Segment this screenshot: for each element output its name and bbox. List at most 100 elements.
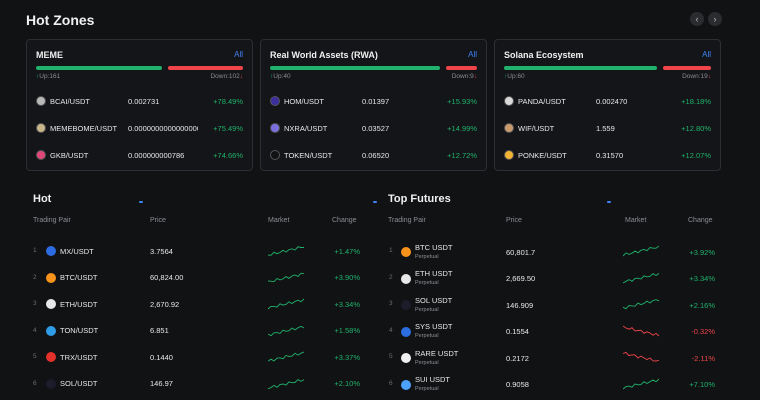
up-down-bar [36,66,243,70]
row-rank: 5 [33,353,37,360]
market-sparkline-up [623,378,659,389]
down-bar [168,66,243,70]
pagination-dot[interactable] [373,201,377,203]
zone-row[interactable]: WIF/USDT 1.559 +12.80% [504,121,711,135]
pair-name: TOKEN/USDT [284,150,333,160]
row-rank: 2 [33,273,37,281]
down-arrow-icon: ↓ [239,73,243,80]
up-bar [270,66,440,70]
ton-coin-icon [46,325,56,336]
zone-row[interactable]: MEMEBOME/USDT 0.000000000000000000 +75.49% [36,121,243,135]
pair-change: +18.18% [681,96,711,106]
pair-block: ETH USDT Perpetual [415,270,506,287]
pair-block: SOL USDT Perpetual [415,295,506,314]
panda-coin-icon [504,96,514,106]
market-sparkline-up [623,272,659,283]
row-rank: 6 [389,379,393,387]
pair-name: NXRA/USDT [284,123,328,133]
hot-row[interactable]: SOL/USDT 146.97 +2.10% [46,377,360,391]
row-rank: 3 [389,300,393,307]
pair-change: +3.34% [334,299,360,309]
up-count-label: Up:161 [39,73,61,80]
pair-block: SYS USDT Perpetual [415,323,506,340]
market-sparkline-up [623,299,659,310]
sol-coin-icon [401,300,411,310]
hot-row[interactable]: TON/USDT 6.851 +1.58% [46,324,360,338]
hot-row[interactable]: TRX/USDT 0.1440 +3.37% [46,350,360,364]
contract-type: Perpetual [415,359,439,366]
zone-row[interactable]: NXRA/USDT 0.03527 +14.99% [270,121,477,135]
up-count: ↑Up:60 [504,73,525,80]
hot-header-pair: Trading Pair [33,217,71,224]
pair-name: MX/USDT [60,246,94,256]
pair-change: +14.99% [447,123,477,133]
pair-change: +1.58% [334,326,360,335]
futures-row[interactable]: BTC USDT Perpetual 60,801.7 +3.92% [401,243,715,261]
prev-button[interactable]: ‹ [690,12,704,26]
hot-row[interactable]: BTC/USDT 60,824.00 +3.90% [46,271,360,285]
trx-coin-icon [46,352,56,362]
zone-card[interactable]: MEME All ↑Up:161 Down:102↓ BCAI/USDT 0.002731… [26,39,253,203]
up-down-bar [270,66,477,70]
hot-row[interactable]: MX/USDT 3.7564 +1.47% [46,244,360,258]
zone-all-link[interactable]: All [234,50,243,59]
pair-name: RARE USDT [415,348,459,358]
pair-block: RARE USDT Perpetual [415,348,506,367]
up-down-counts: ↑Up:60 Down:19↓ [504,73,711,80]
zone-all-link[interactable]: All [702,50,711,59]
contract-type: Perpetual [415,333,439,339]
pair-price: 0.000000000786 [128,150,185,160]
market-sparkline-up [623,245,659,257]
futures-row[interactable]: RARE USDT Perpetual 0.2172 -2.11% [401,349,715,367]
next-button[interactable]: › [708,12,722,26]
futures-row[interactable]: SYS USDT Perpetual 0.1554 -0.32% [401,323,715,341]
zone-row[interactable]: BCAI/USDT 0.002731 +78.49% [36,94,243,108]
chevron-right-icon: › [713,14,717,24]
pair-name: WIF/USDT [518,123,555,133]
pair-change: +15.93% [447,96,477,106]
gkb-coin-icon [36,150,46,160]
hom-coin-icon [270,96,280,106]
pair-name: ETH/USDT [60,299,98,309]
pair-change: +75.49% [213,123,243,133]
down-count-label: Down:19 [682,73,708,80]
pair-change: +7.10% [689,380,715,389]
pair-price: 1.559 [596,123,615,133]
zone-row[interactable]: PONKE/USDT 0.31570 +12.07% [504,148,711,162]
row-rank: 1 [389,247,393,254]
zone-card[interactable]: Real World Assets (RWA) All ↑Up:40 Down:9↓ H… [260,39,487,203]
zone-all-link[interactable]: All [468,50,477,59]
pair-change: +12.07% [681,150,711,160]
pair-change: +74.66% [213,150,243,160]
futures-row[interactable]: ETH USDT Perpetual 2,669.50 +3.34% [401,270,715,288]
chevron-left-icon: ‹ [695,14,699,24]
eth-coin-icon [46,299,56,309]
market-sparkline-up [268,272,304,282]
zone-row[interactable]: GKB/USDT 0.000000000786 +74.66% [36,148,243,162]
pair-price: 0.31570 [596,150,624,160]
futures-row[interactable]: SOL USDT Perpetual 146.909 +2.16% [401,296,715,314]
pagination-dot[interactable] [607,201,611,203]
zone-card[interactable]: Solana Ecosystem All ↑Up:60 Down:19↓ PANDA/U… [494,39,721,203]
contract-type: Perpetual [415,280,439,286]
futures-row[interactable]: SUI USDT Perpetual 0.9058 +7.10% [401,376,715,394]
down-count: Down:19↓ [682,73,711,80]
zone-row[interactable]: PANDA/USDT 0.002470 +18.18% [504,94,711,108]
pair-name: TRX/USDT [60,352,98,362]
zone-row[interactable]: TOKEN/USDT 0.06520 +12.72% [270,148,477,162]
row-rank: 4 [389,326,393,334]
token-coin-icon [270,150,280,160]
pagination-dot[interactable] [139,201,143,203]
up-count: ↑Up:161 [36,73,60,80]
pair-price: 0.002731 [128,96,160,106]
up-count: ↑Up:40 [270,73,291,80]
btc-coin-icon [46,272,56,283]
pair-name: SOL USDT [415,295,453,305]
hot-row[interactable]: ETH/USDT 2,670.92 +3.34% [46,297,360,311]
contract-type: Perpetual [415,306,439,313]
up-down-counts: ↑Up:161 Down:102↓ [36,73,243,80]
pair-price: 0.03527 [362,123,390,133]
row-rank: 5 [389,353,393,360]
zone-row[interactable]: HOM/USDT 0.01397 +15.93% [270,94,477,108]
pair-name: PANDA/USDT [518,96,566,106]
